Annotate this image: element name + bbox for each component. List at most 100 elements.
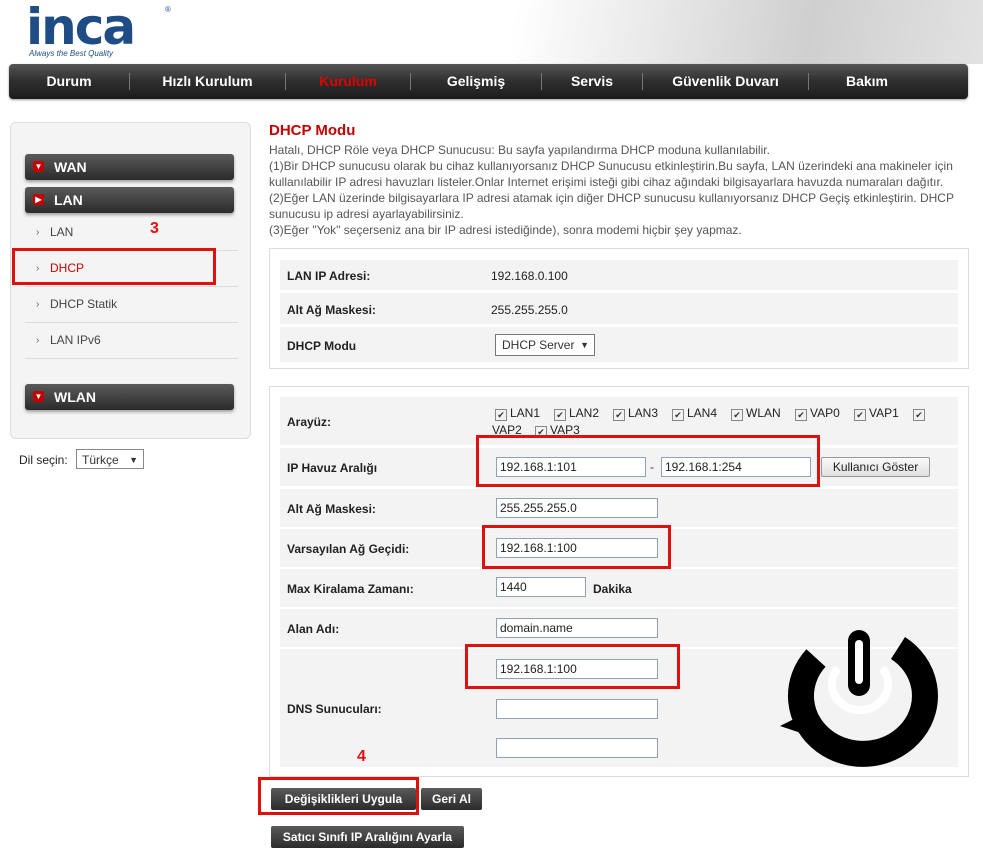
chevron-right-icon: ›: [36, 299, 40, 310]
domain-name-input[interactable]: [496, 618, 658, 638]
lan-mask-value: 255.255.255.0: [491, 303, 568, 317]
checkbox-label: LAN2: [569, 406, 600, 420]
sidebar-item-dhcp-statik[interactable]: › DHCP Statik: [25, 287, 238, 323]
highlight-box-apply: [258, 777, 419, 815]
lease-time-label: Max Kiralama Zamanı:: [287, 582, 414, 596]
lan-ip-label: LAN IP Adresi:: [287, 269, 371, 283]
highlight-box-ip-pool: [476, 435, 820, 487]
description-line: (2)Eğer LAN üzerinde bilgisayarlara IP a…: [269, 191, 954, 205]
chevron-right-icon: ›: [36, 335, 40, 346]
tab-kurulum[interactable]: Kurulum: [286, 64, 410, 99]
annotation-step-3: 3: [150, 220, 159, 237]
gateway-label: Varsayılan Ağ Geçidi:: [287, 542, 410, 556]
header: inca ® Always the Best Quality: [0, 0, 983, 64]
checkbox-checked-icon: ✔: [495, 409, 507, 421]
brand-tagline: Always the Best Quality: [29, 49, 114, 58]
description-line: kullanılabilir IP adresi havuzları liste…: [269, 175, 944, 189]
checkbox-label: WLAN: [746, 406, 781, 420]
description-line: sunucusu ip adresi ayarlayabilirsiniz.: [269, 207, 464, 221]
description-line: (1)Bir DHCP sunucusu olarak bu cihaz kul…: [269, 159, 953, 173]
tab-servis[interactable]: Servis: [542, 64, 642, 99]
caret-down-icon: ▼: [580, 340, 589, 350]
top-nav: Durum Hızlı Kurulum Kurulum Gelişmiş Ser…: [9, 64, 968, 99]
checkbox-checked-icon: ✔: [913, 409, 925, 421]
tab-gelismis[interactable]: Gelişmiş: [411, 64, 541, 99]
table-row: Alt Ağ Maskesi:: [280, 489, 958, 527]
dhcp-mask-label: Alt Ağ Maskesi:: [287, 502, 376, 516]
sidebar-wlan-button[interactable]: ▼ WLAN: [25, 384, 234, 410]
chevron-right-icon: ▶: [33, 194, 44, 205]
table-row: Max Kiralama Zamanı: Dakika: [280, 569, 958, 607]
checkbox-checked-icon: ✔: [554, 409, 566, 421]
dhcp-mode-value: DHCP Server: [502, 338, 575, 352]
tab-bakim[interactable]: Bakım: [809, 64, 925, 99]
sidebar-wan-label: WAN: [54, 159, 87, 175]
checkbox-checked-icon: ✔: [795, 409, 807, 421]
checkbox-checked-icon: ✔: [731, 409, 743, 421]
checkbox-label: VAP1: [869, 406, 899, 420]
chevron-down-icon: ▼: [33, 161, 44, 172]
interface-checkbox-vap0[interactable]: ✔ VAP0: [795, 406, 840, 421]
lan-mask-label: Alt Ağ Maskesi:: [287, 303, 376, 317]
checkbox-label: LAN3: [628, 406, 659, 420]
sidebar-item-lan-ipv6[interactable]: › LAN IPv6: [25, 323, 238, 359]
table-row: DHCP Modu DHCP Server ▼: [280, 327, 958, 362]
dns-servers-label: DNS Sunucuları:: [287, 702, 382, 716]
dhcp-mode-select[interactable]: DHCP Server ▼: [495, 334, 595, 356]
description-line: (3)Eğer "Yok" seçerseniz ana bir IP adre…: [269, 223, 742, 237]
highlight-box-dhcp: [12, 248, 216, 285]
interface-checkbox-lan4[interactable]: ✔ LAN4: [672, 406, 717, 421]
sidebar-wan-button[interactable]: ▼ WAN: [25, 154, 234, 180]
annotation-step-4: 4: [357, 748, 366, 765]
chevron-right-icon: ›: [36, 227, 40, 238]
interface-checkbox-lan1[interactable]: ✔ LAN1: [495, 406, 540, 421]
vendor-class-ip-range-button[interactable]: Satıcı Sınıfı IP Aralığını Ayarla: [271, 826, 464, 848]
table-row: LAN IP Adresi: 192.168.0.100: [280, 260, 958, 290]
dhcp-mode-label: DHCP Modu: [287, 339, 357, 353]
checkbox-checked-icon: ✔: [672, 409, 684, 421]
language-select-value: Türkçe: [82, 453, 119, 467]
description-line: Hatalı, DHCP Röle veya DHCP Sunucusu: Bu…: [269, 143, 770, 157]
sidebar-item-label: LAN IPv6: [50, 333, 101, 347]
undo-button[interactable]: Geri Al: [421, 788, 482, 810]
tab-durum[interactable]: Durum: [9, 64, 129, 99]
interface-checkbox-vap1[interactable]: ✔ VAP1: [854, 406, 899, 421]
highlight-box-gateway: [482, 525, 671, 569]
dns-server-3-input[interactable]: [496, 738, 658, 758]
brand-name: inca: [26, 0, 136, 56]
brand-logo: inca ® Always the Best Quality: [26, 2, 186, 60]
lease-time-unit: Dakika: [593, 582, 632, 596]
tab-guvenlik-duvari[interactable]: Güvenlik Duvarı: [643, 64, 808, 99]
language-label: Dil seçin:: [19, 453, 68, 467]
power-icon: [780, 630, 938, 767]
sidebar-lan-button[interactable]: ▶ LAN: [25, 187, 234, 213]
checkbox-label: VAP0: [810, 406, 840, 420]
sidebar-item-label: DHCP Statik: [50, 297, 118, 311]
page-description: Hatalı, DHCP Röle veya DHCP Sunucusu: Bu…: [269, 142, 959, 238]
lan-info-table: LAN IP Adresi: 192.168.0.100 Alt Ağ Mask…: [269, 248, 969, 369]
table-row: Alt Ağ Maskesi: 255.255.255.0: [280, 293, 958, 324]
chevron-down-icon: ▼: [33, 391, 44, 402]
checkbox-checked-icon: ✔: [613, 409, 625, 421]
dns-server-2-input[interactable]: [496, 699, 658, 719]
interface-checkbox-vap2[interactable]: ✔: [913, 406, 928, 421]
checkbox-checked-icon: ✔: [854, 409, 866, 421]
interface-checkbox-wlan[interactable]: ✔ WLAN: [731, 406, 781, 421]
tab-hizli-kurulum[interactable]: Hızlı Kurulum: [130, 64, 285, 99]
interface-label: Arayüz:: [287, 415, 332, 429]
sidebar-item-lan[interactable]: › LAN: [25, 215, 238, 251]
domain-name-label: Alan Adı:: [287, 622, 340, 636]
language-select[interactable]: Türkçe ▼: [76, 449, 144, 469]
interface-checkbox-lan3[interactable]: ✔ LAN3: [613, 406, 658, 421]
dhcp-mask-input[interactable]: [496, 498, 658, 518]
sidebar-item-label: LAN: [50, 225, 74, 239]
ip-pool-label: IP Havuz Aralığı: [287, 461, 378, 475]
page-title: DHCP Modu: [269, 122, 356, 139]
show-clients-button[interactable]: Kullanıcı Göster: [821, 457, 930, 477]
sidebar-lan-label: LAN: [54, 192, 83, 208]
checkbox-label: LAN1: [510, 406, 541, 420]
lease-time-input[interactable]: [496, 577, 586, 597]
caret-down-icon: ▼: [129, 455, 138, 465]
checkbox-label: LAN4: [687, 406, 718, 420]
interface-checkbox-lan2[interactable]: ✔ LAN2: [554, 406, 599, 421]
